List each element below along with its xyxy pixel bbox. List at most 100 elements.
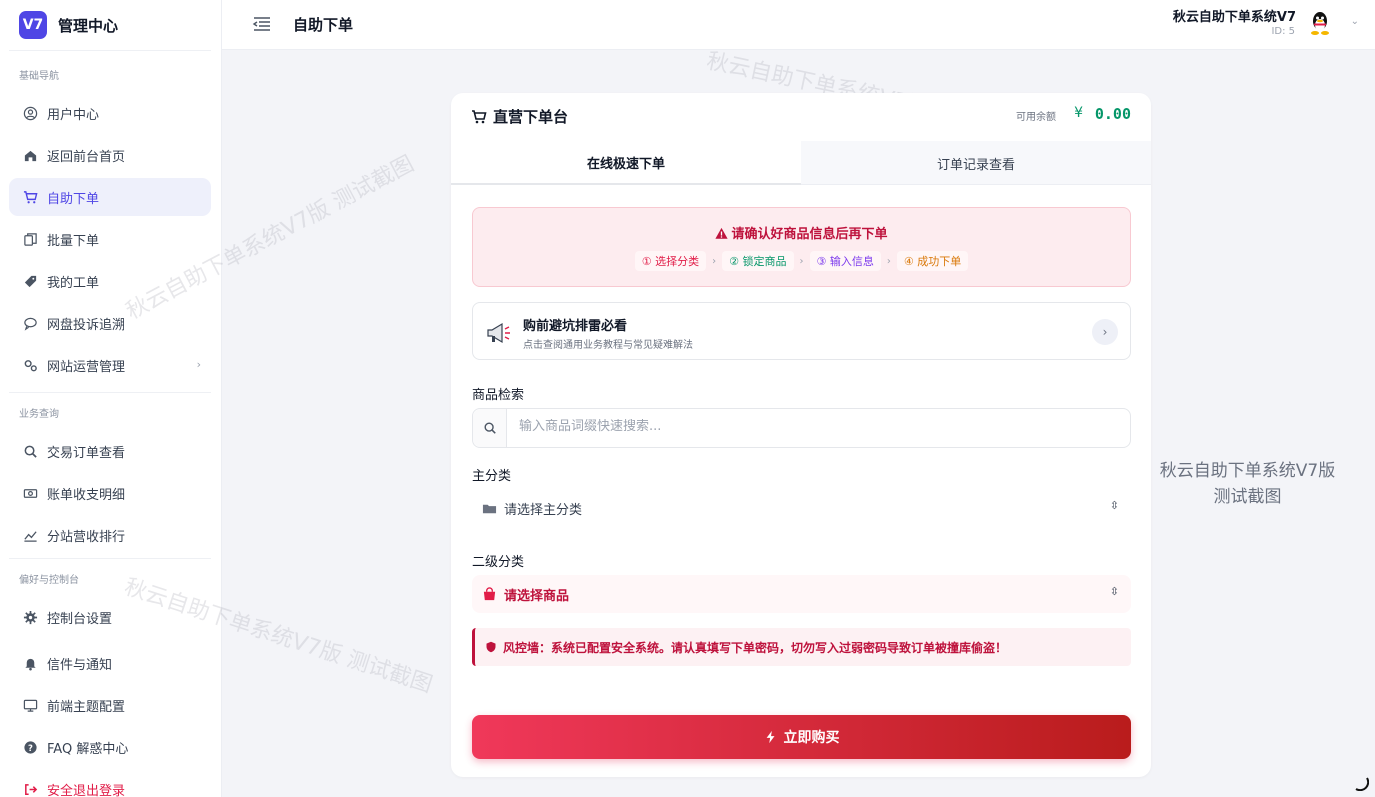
cart-icon xyxy=(472,109,487,123)
money-icon xyxy=(22,485,38,501)
page-title: 自助下单 xyxy=(293,16,354,34)
nav-group-title-preferences: 偏好与控制台 xyxy=(19,575,79,586)
question-icon: ? xyxy=(22,739,38,755)
sidebar-item-site-management[interactable]: 网站运营管理 › xyxy=(9,346,211,384)
sidebar-item-label: 批量下单 xyxy=(47,233,100,249)
shopping-bag-icon xyxy=(482,586,498,602)
avatar[interactable] xyxy=(1307,10,1333,36)
sidebar-item-console-settings[interactable]: 控制台设置 xyxy=(9,598,211,636)
sidebar-item-label: 安全退出登录 xyxy=(47,783,126,797)
guide-title: 购前避坑排雷必看 xyxy=(523,319,628,334)
user-name[interactable]: 秋云自助下单系统V7 xyxy=(1173,6,1296,25)
user-id: ID: 5 xyxy=(1271,26,1295,37)
step-4: ④ 成功下单 xyxy=(896,251,969,271)
sidebar-item-label: 信件与通知 xyxy=(47,657,113,673)
sidebar-item-theme-config[interactable]: 前端主题配置 xyxy=(9,686,211,724)
search-box xyxy=(472,408,1131,448)
chat-icon xyxy=(22,315,38,331)
main-category-select[interactable]: 请选择主分类 ⇳ xyxy=(472,489,1131,527)
sidebar-item-label: 分站营收排行 xyxy=(47,529,126,545)
menu-toggle-icon[interactable] xyxy=(252,15,272,33)
search-icon xyxy=(473,409,507,447)
card-title: 直营下单台 xyxy=(471,106,568,127)
sidebar-item-notifications[interactable]: 信件与通知 xyxy=(9,644,211,682)
monitor-icon xyxy=(22,697,38,713)
balance-currency: ¥ xyxy=(1074,105,1083,121)
side-watermark-line2: 测试截图 xyxy=(1213,487,1282,507)
cart-icon xyxy=(22,189,38,205)
step-separator: › xyxy=(712,255,717,267)
lightning-icon xyxy=(766,730,774,744)
buy-now-label: 立即购买 xyxy=(783,729,840,745)
alert-title: 请确认好商品信息后再下单 xyxy=(473,223,1130,242)
chart-line-icon xyxy=(22,527,38,543)
risk-notice: 风控墙：系统已配置安全系统。请认真填写下单密码，切勿写入过弱密码导致订单被撞库偷… xyxy=(472,628,1131,666)
sidebar-item-label: FAQ 解惑中心 xyxy=(47,741,129,757)
divider xyxy=(9,50,211,51)
search-label: 商品检索 xyxy=(472,388,525,403)
shield-icon xyxy=(486,641,496,653)
copy-icon xyxy=(22,231,38,247)
confirm-alert: 请确认好商品信息后再下单 ① 选择分类 › ② 锁定商品 › ③ 输入信息 › … xyxy=(472,207,1131,287)
sidebar-item-label: 账单收支明细 xyxy=(47,487,126,503)
brand-name: 管理中心 xyxy=(58,16,119,35)
brand[interactable]: V7 管理中心 xyxy=(0,0,221,50)
tag-icon xyxy=(22,273,38,289)
select-arrows-icon: ⇳ xyxy=(1109,499,1119,512)
sidebar-item-label: 返回前台首页 xyxy=(47,149,126,165)
chevron-right-icon[interactable]: › xyxy=(1092,319,1118,345)
sidebar-item-logout[interactable]: 安全退出登录 xyxy=(9,770,211,797)
sidebar-item-batch-order[interactable]: 批量下单 xyxy=(9,220,211,258)
step-separator: › xyxy=(799,255,804,267)
sidebar-item-label: 网站运营管理 xyxy=(47,359,126,375)
buy-now-button[interactable]: 立即购买 xyxy=(472,715,1131,759)
order-card: 直营下单台 可用余额 ¥ 0.00 在线极速下单 订单记录查看 请确认好商品信息… xyxy=(451,93,1151,777)
sidebar-item-label: 自助下单 xyxy=(47,191,100,207)
guide-banner[interactable]: 购前避坑排雷必看 点击查阅通用业务教程与常见疑难解法 › xyxy=(472,302,1131,360)
tab-order-records[interactable]: 订单记录查看 xyxy=(801,141,1151,185)
gear-icon xyxy=(22,609,38,625)
sidebar-item-label: 网盘投诉追溯 xyxy=(47,317,126,333)
step-2: ② 锁定商品 xyxy=(722,251,794,271)
alert-title-text: 请确认好商品信息后再下单 xyxy=(731,227,888,242)
sidebar-item-self-order[interactable]: 自助下单 xyxy=(9,178,211,216)
sidebar-item-label: 用户中心 xyxy=(47,107,100,123)
sub-category-select[interactable]: 请选择商品 ⇳ xyxy=(472,575,1131,613)
sidebar-item-label: 交易订单查看 xyxy=(47,445,126,461)
sidebar: V7 管理中心 基础导航 用户中心 返回前台首页 自助下单 批量下单 我的工单 … xyxy=(0,0,222,797)
side-watermark: 秋云自助下单系统V7版 测试截图 xyxy=(1140,458,1355,510)
sidebar-item-billing[interactable]: 账单收支明细 xyxy=(9,474,211,512)
folder-icon xyxy=(482,500,498,516)
loading-spinner-icon xyxy=(1353,775,1370,792)
home-icon xyxy=(22,147,38,163)
side-watermark-line1: 秋云自助下单系统V7版 xyxy=(1159,461,1336,481)
card-title-text: 直营下单台 xyxy=(493,108,569,126)
user-circle-icon xyxy=(22,105,38,121)
sidebar-item-label: 我的工单 xyxy=(47,275,100,291)
sidebar-item-order-view[interactable]: 交易订单查看 xyxy=(9,432,211,470)
select-arrows-icon: ⇳ xyxy=(1109,585,1119,598)
guide-subtitle: 点击查阅通用业务教程与常见疑难解法 xyxy=(523,340,693,351)
balance-value: 0.00 xyxy=(1094,105,1131,123)
cogs-icon xyxy=(22,357,38,373)
sidebar-item-my-tickets[interactable]: 我的工单 xyxy=(9,262,211,300)
sidebar-item-user-center[interactable]: 用户中心 xyxy=(9,94,211,132)
warning-icon xyxy=(715,227,729,239)
risk-text: 风控墙：系统已配置安全系统。请认真填写下单密码，切勿写入过弱密码导致订单被撞库偷… xyxy=(503,640,1008,655)
sidebar-item-revenue-rank[interactable]: 分站营收排行 xyxy=(9,516,211,554)
main-category-value: 请选择主分类 xyxy=(504,502,583,518)
sidebar-item-complaints[interactable]: 网盘投诉追溯 xyxy=(9,304,211,342)
main-category-label: 主分类 xyxy=(472,469,512,484)
divider xyxy=(9,558,211,559)
chevron-down-icon[interactable]: ⌄ xyxy=(1351,16,1359,27)
tab-quick-order[interactable]: 在线极速下单 xyxy=(451,141,801,185)
chevron-right-icon: › xyxy=(196,358,201,371)
divider xyxy=(9,392,211,393)
product-search-input[interactable] xyxy=(519,419,1099,434)
sidebar-item-faq[interactable]: ? FAQ 解惑中心 xyxy=(9,728,211,766)
step-1: ① 选择分类 xyxy=(634,251,707,271)
sidebar-item-home[interactable]: 返回前台首页 xyxy=(9,136,211,174)
tab-bar: 在线极速下单 订单记录查看 xyxy=(451,141,1151,185)
svg-text:?: ? xyxy=(28,742,33,752)
sidebar-item-label: 控制台设置 xyxy=(47,611,113,627)
